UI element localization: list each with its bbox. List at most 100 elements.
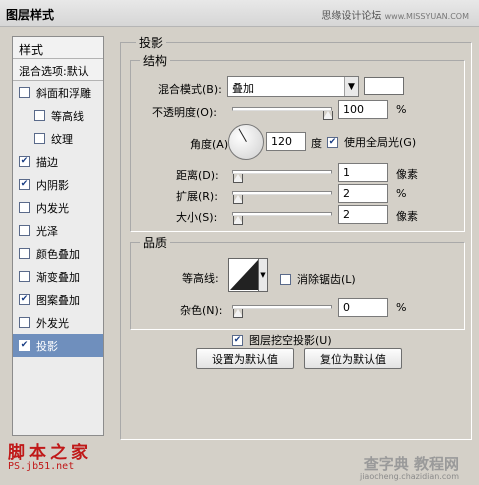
style-item-label: 外发光 [36, 316, 69, 330]
watermark-left-url: PS.jb51.net [8, 461, 75, 472]
style-item[interactable]: 光泽 [13, 219, 103, 242]
site-url: www.MISSYUAN.COM [384, 12, 469, 21]
angle-label: 角度(A): [190, 138, 232, 151]
size-input[interactable]: 2 [338, 205, 388, 224]
noise-unit: % [396, 301, 407, 314]
opacity-unit: % [396, 103, 407, 116]
style-item-label: 描边 [36, 155, 58, 169]
drop-shadow-panel: 投影 结构 混合模式(B): 叠加 ▼ 不透明度(O): 100 % 角度(A)… [120, 34, 472, 481]
style-item-label: 等高线 [51, 109, 84, 123]
styles-header[interactable]: 样式 [13, 37, 103, 59]
blend-mode-value: 叠加 [232, 82, 254, 95]
global-light-checkbox[interactable]: ✔ 使用全局光(G) [327, 134, 416, 150]
anti-alias-checkbox[interactable]: 消除锯齿(L) [280, 271, 356, 287]
checkbox-icon[interactable] [19, 202, 30, 213]
opacity-label: 不透明度(O): [152, 106, 217, 119]
style-item[interactable]: 斜面和浮雕 [13, 81, 103, 104]
quality-title: 品质 [140, 234, 171, 251]
chevron-down-icon: ▼ [344, 77, 358, 96]
anti-alias-label: 消除锯齿(L) [297, 273, 356, 286]
watermark-left-title: 脚本之家 [8, 443, 92, 463]
style-item[interactable]: ✔ 内阴影 [13, 173, 103, 196]
size-unit: 像素 [396, 210, 418, 223]
distance-slider-thumb[interactable] [233, 174, 243, 183]
style-item[interactable]: 纹理 [13, 127, 103, 150]
spread-input[interactable]: 2 [338, 184, 388, 203]
distance-unit: 像素 [396, 168, 418, 181]
checkbox-icon: ✔ [327, 136, 338, 148]
spread-unit: % [396, 187, 407, 200]
style-item[interactable]: ✔ 图案叠加 [13, 288, 103, 311]
style-item-label: 光泽 [36, 224, 58, 238]
contour-preview-icon [230, 260, 258, 290]
dialog-title: 图层样式 [6, 8, 55, 22]
style-item-label: 投影 [36, 339, 58, 353]
shadow-color-swatch[interactable] [364, 77, 404, 95]
blend-mode-label: 混合模式(B): [158, 83, 222, 96]
style-item[interactable]: 外发光 [13, 311, 103, 334]
site-name: 思缘设计论坛 [321, 11, 382, 22]
opacity-input[interactable]: 100 [338, 100, 388, 119]
style-item[interactable]: 颜色叠加 [13, 242, 103, 265]
distance-input[interactable]: 1 [338, 163, 388, 182]
spread-slider-thumb[interactable] [233, 195, 243, 204]
size-slider-thumb[interactable] [233, 216, 243, 225]
contour-label: 等高线: [182, 272, 219, 285]
site-watermark: 思缘设计论坛 www.MISSYUAN.COM [321, 7, 469, 22]
checkbox-icon: ✔ [232, 334, 243, 346]
spread-label: 扩展(R): [176, 190, 218, 203]
style-item-label: 斜面和浮雕 [36, 86, 91, 100]
opacity-slider[interactable] [232, 107, 333, 120]
checkbox-icon[interactable] [19, 317, 30, 328]
checkbox-icon[interactable] [34, 133, 45, 144]
style-item-label: 内阴影 [36, 178, 69, 192]
checkbox-icon[interactable] [34, 110, 45, 121]
noise-input[interactable]: 0 [338, 298, 388, 317]
blend-mode-select[interactable]: 叠加 ▼ [227, 76, 359, 97]
style-item[interactable]: 等高线 [13, 104, 103, 127]
angle-dial-hand [238, 128, 247, 142]
checkbox-icon[interactable] [19, 225, 30, 236]
style-item-label: 内发光 [36, 201, 69, 215]
checkbox-icon[interactable] [19, 248, 30, 259]
style-item-label: 渐变叠加 [36, 270, 80, 284]
chevron-down-icon: ▼ [258, 258, 268, 292]
checkbox-icon[interactable] [19, 87, 30, 98]
style-item-label: 颜色叠加 [36, 247, 80, 261]
distance-label: 距离(D): [176, 169, 219, 182]
drop-shadow-title: 投影 [136, 34, 167, 51]
size-slider[interactable] [232, 212, 332, 225]
noise-slider[interactable] [232, 305, 332, 318]
style-item-label: 图案叠加 [36, 293, 80, 307]
dialog-titlebar: 图层样式 思缘设计论坛 www.MISSYUAN.COM [0, 0, 479, 27]
checkbox-icon [280, 273, 291, 285]
angle-input[interactable]: 120 [266, 132, 306, 151]
style-item-label: 纹理 [51, 132, 73, 146]
checkbox-icon[interactable]: ✔ [19, 156, 30, 167]
style-item[interactable]: 渐变叠加 [13, 265, 103, 288]
structure-title: 结构 [140, 52, 171, 69]
style-list: 样式 混合选项:默认 斜面和浮雕等高线纹理 ✔ 描边 ✔ 内阴影内发光光泽颜色叠加渐变叠… [12, 36, 104, 436]
checkbox-icon[interactable]: ✔ [19, 179, 30, 190]
style-item[interactable]: 内发光 [13, 196, 103, 219]
watermark-right-title: 查字典 教程网 [363, 455, 459, 473]
angle-dial[interactable] [228, 124, 264, 160]
checkbox-icon[interactable]: ✔ [19, 294, 30, 305]
checkbox-icon[interactable] [19, 271, 30, 282]
reset-default-button[interactable]: 复位为默认值 [304, 348, 402, 369]
noise-label: 杂色(N): [180, 304, 223, 317]
checkbox-icon[interactable]: ✔ [19, 340, 30, 351]
style-item[interactable]: ✔ 投影 [13, 334, 103, 357]
opacity-slider-thumb[interactable] [323, 111, 333, 120]
size-label: 大小(S): [176, 211, 218, 224]
style-item[interactable]: ✔ 描边 [13, 150, 103, 173]
noise-slider-thumb[interactable] [233, 309, 243, 318]
contour-picker[interactable]: ▼ [228, 258, 268, 292]
blend-options-item[interactable]: 混合选项:默认 [13, 59, 103, 81]
knockout-checkbox[interactable]: ✔ 图层挖空投影(U) [232, 332, 332, 348]
knockout-label: 图层挖空投影(U) [249, 334, 332, 347]
make-default-button[interactable]: 设置为默认值 [196, 348, 294, 369]
global-light-label: 使用全局光(G) [344, 136, 417, 149]
distance-slider[interactable] [232, 170, 332, 183]
spread-slider[interactable] [232, 191, 332, 204]
